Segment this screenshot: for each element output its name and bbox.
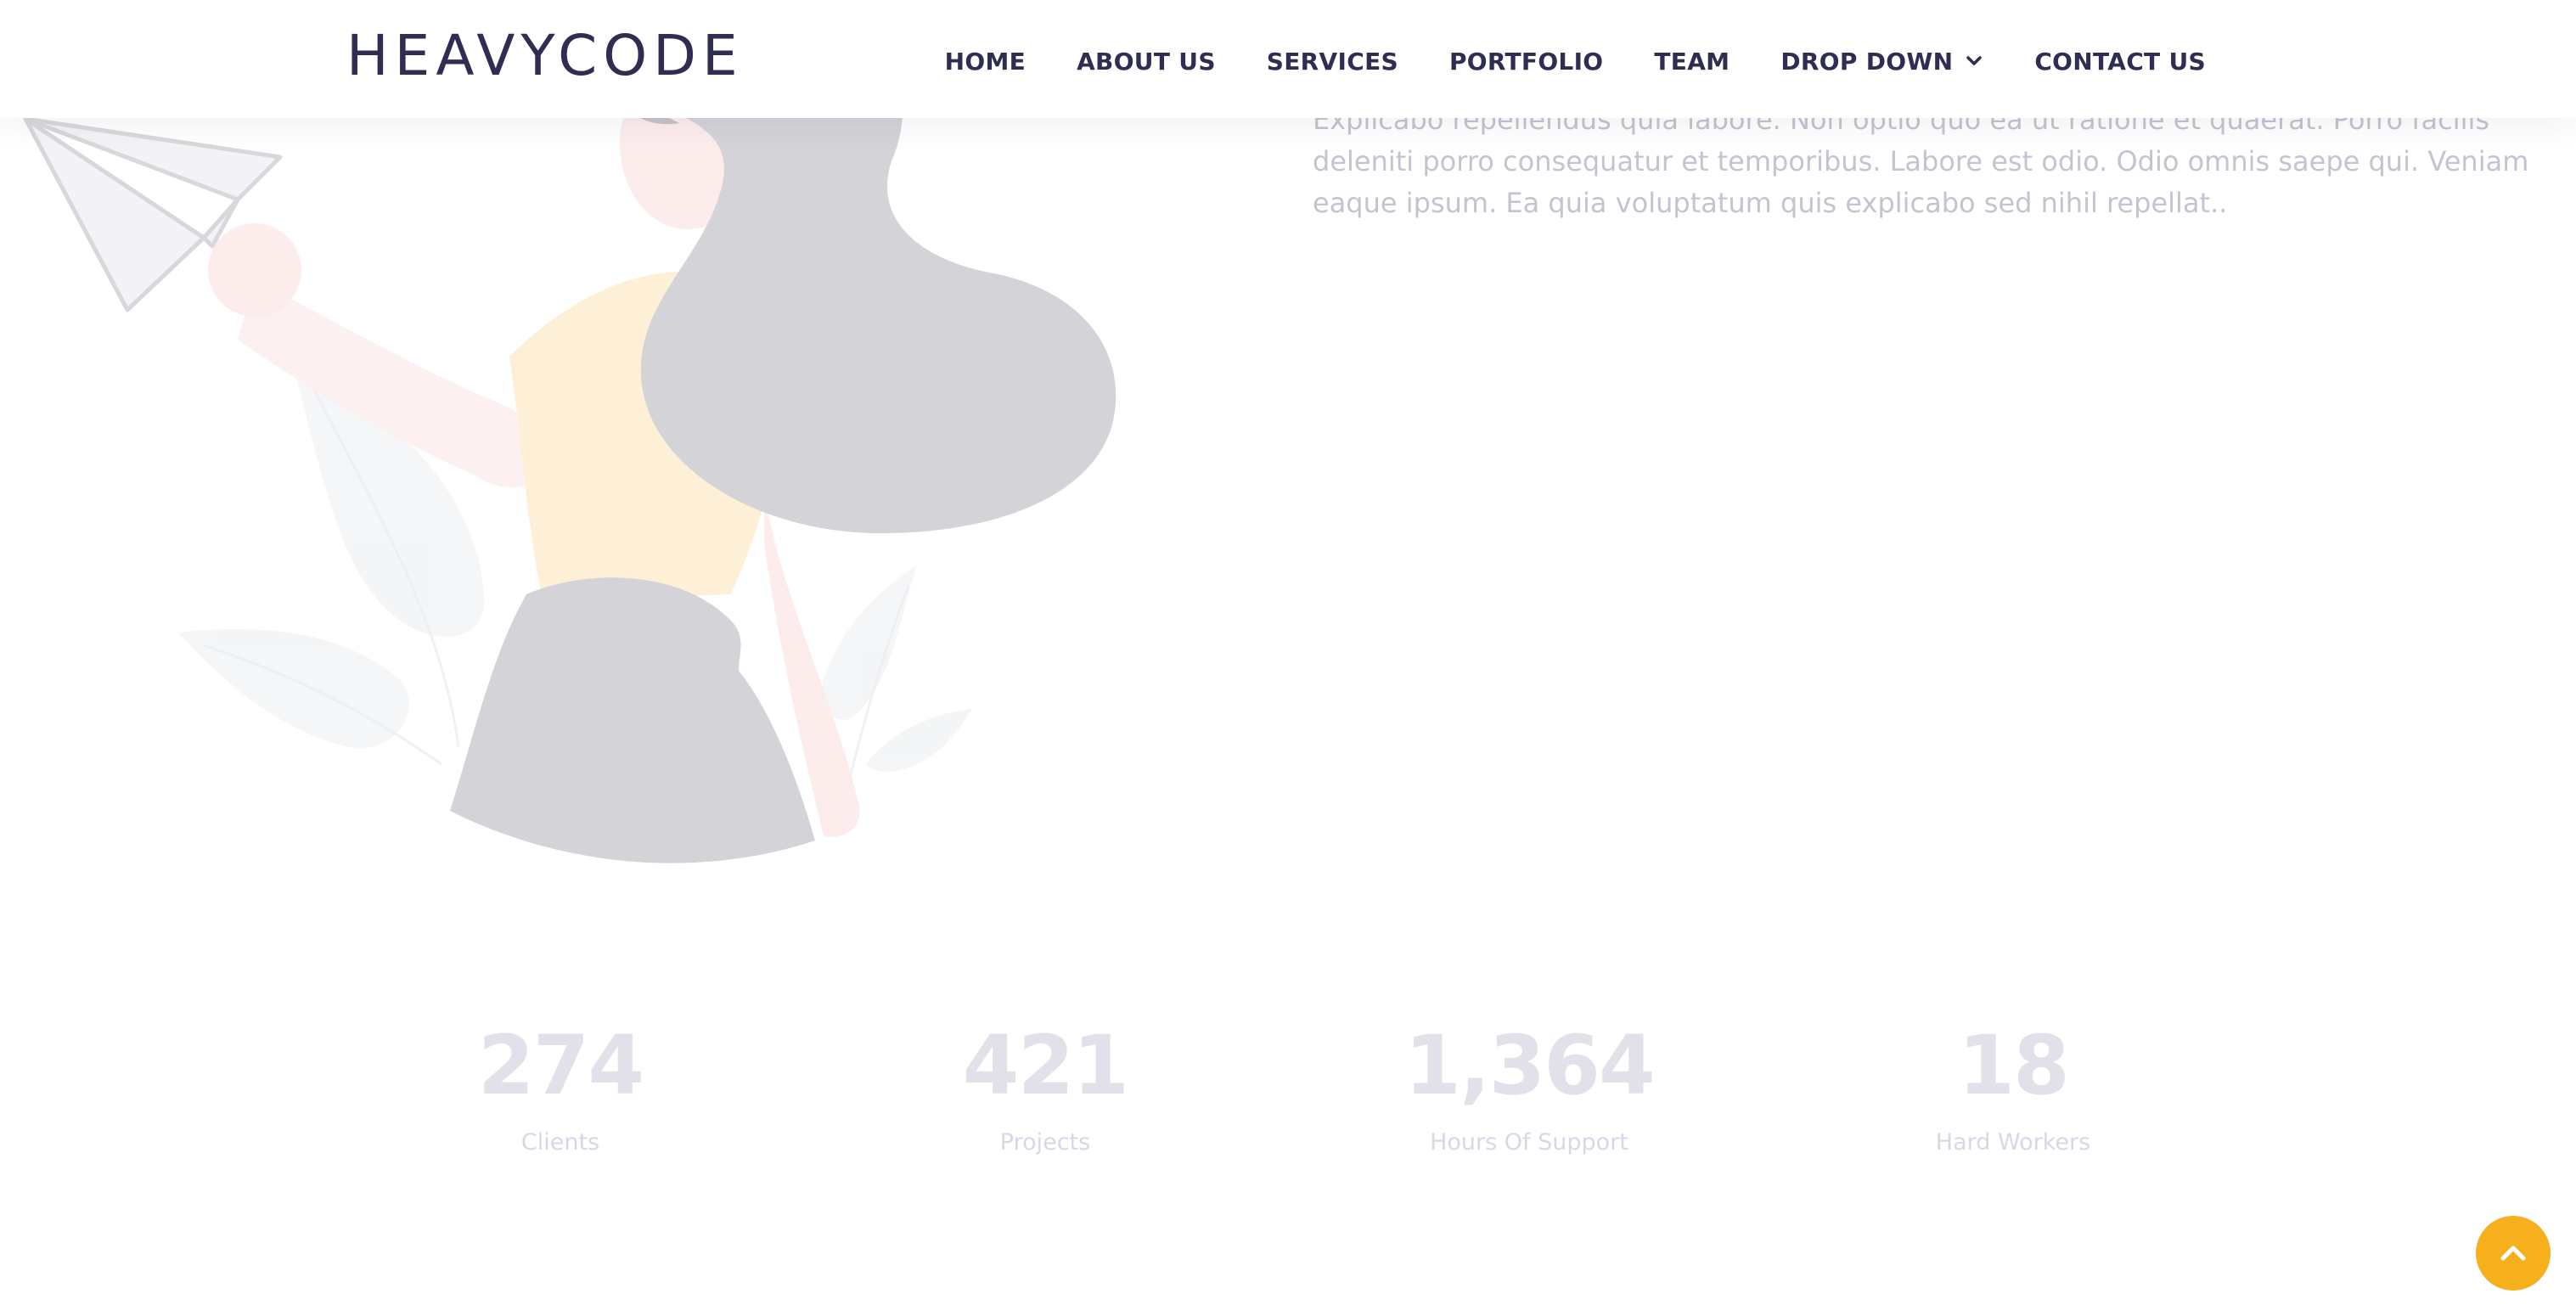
chevron-down-icon <box>1966 56 1983 65</box>
counter-value: 18 <box>1958 1018 2070 1113</box>
nav-item-team[interactable]: TEAM <box>1654 48 1730 76</box>
nav-item-services[interactable]: SERVICES <box>1267 48 1398 76</box>
counter-clients: 274 Clients <box>391 1010 730 1160</box>
counter-label: Hard Workers <box>1935 1129 2091 1156</box>
counter-value: 421 <box>962 1018 1129 1113</box>
nav-item-about-us[interactable]: ABOUT US <box>1077 48 1216 76</box>
nav-item-contact-us[interactable]: CONTACT US <box>2034 48 2206 76</box>
hero-illustration <box>23 20 1116 863</box>
nav-item-label: CONTACT US <box>2034 47 2206 76</box>
counters-section: 274 Clients 421 Projects 1,364 Hours Of … <box>0 1010 2576 1214</box>
counter-label: Hours Of Support <box>1430 1129 1628 1156</box>
nav-item-label: SERVICES <box>1266 47 1398 76</box>
nav-item-home[interactable]: HOME <box>945 48 1026 76</box>
nav-item-label: TEAM <box>1654 47 1730 76</box>
chevron-up-icon <box>2500 1246 2526 1261</box>
counter-hard-workers: 18 Hard Workers <box>1843 1010 2183 1160</box>
back-to-top-button[interactable] <box>2476 1216 2551 1291</box>
counter-value: 1,364 <box>1404 1018 1656 1113</box>
nav-item-portfolio[interactable]: PORTFOLIO <box>1449 48 1603 76</box>
hero-paragraph: Explicabo repellendus quia labore. Non o… <box>1313 104 2529 219</box>
nav-item-drop-down[interactable]: DROP DOWN <box>1780 48 1983 76</box>
site-header: HEAVYCODE HOME ABOUT US SERVICES PORTFOL… <box>0 0 2576 118</box>
page: Explicabo repellendus quia labore. Non o… <box>0 0 2576 1316</box>
nav-item-label: PORTFOLIO <box>1448 47 1604 76</box>
counter-projects: 421 Projects <box>875 1010 1215 1160</box>
nav-item-label: DROP DOWN <box>1780 47 1954 76</box>
nav-item-label: ABOUT US <box>1077 47 1216 76</box>
nav-item-label: HOME <box>944 47 1026 76</box>
main-nav: HOME ABOUT US SERVICES PORTFOLIO TEAM DR… <box>945 34 2206 88</box>
site-logo[interactable]: HEAVYCODE <box>346 22 744 90</box>
counter-label: Clients <box>520 1129 600 1156</box>
counter-value: 274 <box>477 1018 644 1113</box>
counter-label: Projects <box>999 1129 1091 1156</box>
counter-hours-of-support: 1,364 Hours Of Support <box>1359 1010 1699 1160</box>
